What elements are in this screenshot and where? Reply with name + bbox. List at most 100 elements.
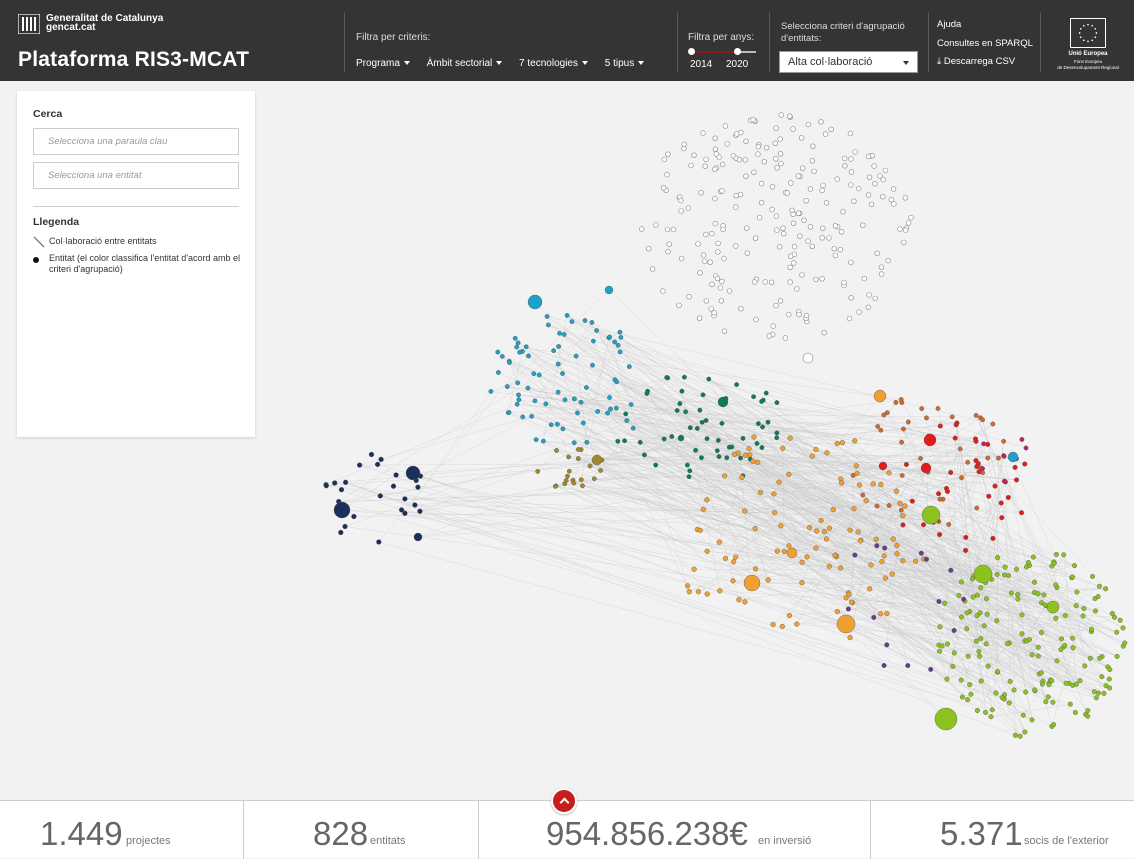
entity-node[interactable]: [1114, 630, 1119, 635]
entity-node[interactable]: [667, 242, 672, 247]
entity-node[interactable]: [591, 339, 595, 343]
entity-node[interactable]: [759, 399, 763, 403]
entity-node[interactable]: [720, 189, 725, 194]
entity-node[interactable]: [879, 265, 884, 270]
entity-node[interactable]: [1014, 478, 1019, 483]
entity-node[interactable]: [901, 240, 906, 245]
entity-node[interactable]: [565, 313, 569, 317]
entity-node[interactable]: [775, 228, 780, 233]
entity-node[interactable]: [507, 410, 511, 414]
entity-node[interactable]: [1032, 580, 1037, 585]
collaboration-network-graph[interactable]: [270, 88, 1134, 800]
entity-node[interactable]: [835, 609, 840, 614]
entity-node[interactable]: [661, 185, 666, 190]
entity-node[interactable]: [774, 303, 779, 308]
entity-node[interactable]: [857, 483, 862, 488]
entity-node[interactable]: [884, 611, 889, 616]
entity-node[interactable]: [814, 529, 819, 534]
entity-node[interactable]: [725, 456, 729, 460]
entity-node[interactable]: [639, 227, 644, 232]
entity-node[interactable]: [763, 280, 768, 285]
entity-node[interactable]: [800, 273, 805, 278]
entity-node[interactable]: [556, 362, 560, 366]
entity-node[interactable]: [937, 599, 942, 604]
entity-node[interactable]: [727, 445, 731, 449]
entity-node[interactable]: [880, 559, 885, 564]
entity-node[interactable]: [812, 169, 817, 174]
entity-node[interactable]: [665, 172, 670, 177]
entity-node[interactable]: [701, 393, 705, 397]
entity-node[interactable]: [955, 421, 960, 426]
entity-node[interactable]: [853, 150, 858, 155]
entity-node[interactable]: [679, 209, 684, 214]
entity-node[interactable]: [803, 353, 813, 363]
entity-node[interactable]: [671, 227, 676, 232]
entity-node[interactable]: [833, 553, 838, 558]
entity-node[interactable]: [772, 492, 777, 497]
entity-node[interactable]: [1097, 584, 1102, 589]
entity-node[interactable]: [556, 390, 560, 394]
entity-node[interactable]: [849, 170, 854, 175]
entity-node[interactable]: [653, 223, 658, 228]
entity-node[interactable]: [627, 364, 631, 368]
entity-node[interactable]: [959, 615, 964, 620]
entity-node[interactable]: [777, 244, 782, 249]
entity-node[interactable]: [1027, 637, 1032, 642]
entity-node[interactable]: [964, 535, 969, 540]
entity-node[interactable]: [848, 183, 853, 188]
entity-node[interactable]: [820, 276, 825, 281]
entity-node[interactable]: [919, 551, 924, 556]
entity-node[interactable]: [788, 436, 793, 441]
entity-node[interactable]: [698, 408, 702, 412]
entity-node[interactable]: [697, 316, 702, 321]
entity-node[interactable]: [1031, 555, 1036, 560]
entity-node[interactable]: [529, 414, 533, 418]
entity-node[interactable]: [696, 242, 701, 247]
entity-node[interactable]: [760, 425, 764, 429]
entity-node[interactable]: [1036, 654, 1041, 659]
entity-node[interactable]: [642, 453, 646, 457]
entity-node[interactable]: [982, 624, 987, 629]
entity-node[interactable]: [867, 586, 872, 591]
entity-node[interactable]: [814, 546, 819, 551]
entity-node[interactable]: [883, 576, 888, 581]
entity-node[interactable]: [891, 537, 896, 542]
entity-node[interactable]: [545, 314, 549, 318]
entity-node[interactable]: [756, 144, 761, 149]
entity-node[interactable]: [590, 363, 594, 367]
entity-node[interactable]: [629, 402, 633, 406]
entity-node[interactable]: [876, 424, 880, 428]
entity-node[interactable]: [1000, 695, 1005, 700]
entity-node[interactable]: [806, 239, 811, 244]
entity-node[interactable]: [775, 431, 779, 435]
entity-node[interactable]: [517, 350, 521, 354]
entity-node[interactable]: [861, 493, 865, 497]
entity-node[interactable]: [517, 398, 521, 402]
entity-node[interactable]: [787, 114, 792, 119]
entity-node[interactable]: [1093, 609, 1098, 614]
entity-node[interactable]: [516, 381, 520, 385]
entity-node[interactable]: [1085, 714, 1090, 719]
entity-node[interactable]: [1052, 561, 1057, 566]
entity-node[interactable]: [1009, 591, 1014, 596]
entity-node[interactable]: [715, 276, 720, 281]
entity-node[interactable]: [1002, 453, 1006, 457]
entity-node[interactable]: [1043, 603, 1048, 608]
entity-node[interactable]: [1090, 574, 1095, 579]
entity-node[interactable]: [1008, 452, 1018, 462]
entity-node[interactable]: [1108, 667, 1113, 672]
entity-node[interactable]: [524, 345, 528, 349]
entity-node[interactable]: [833, 253, 838, 258]
entity-node[interactable]: [788, 181, 793, 186]
entity-node[interactable]: [853, 553, 858, 558]
entity-node[interactable]: [977, 654, 982, 659]
entity-node[interactable]: [1097, 656, 1102, 661]
entity-node[interactable]: [979, 636, 984, 641]
entity-node[interactable]: [800, 560, 805, 565]
entity-node[interactable]: [614, 406, 618, 410]
entity-node[interactable]: [733, 205, 738, 210]
entity-node[interactable]: [910, 499, 915, 504]
entity-node[interactable]: [739, 306, 744, 311]
entity-node[interactable]: [965, 697, 970, 702]
entity-node[interactable]: [1051, 700, 1056, 705]
